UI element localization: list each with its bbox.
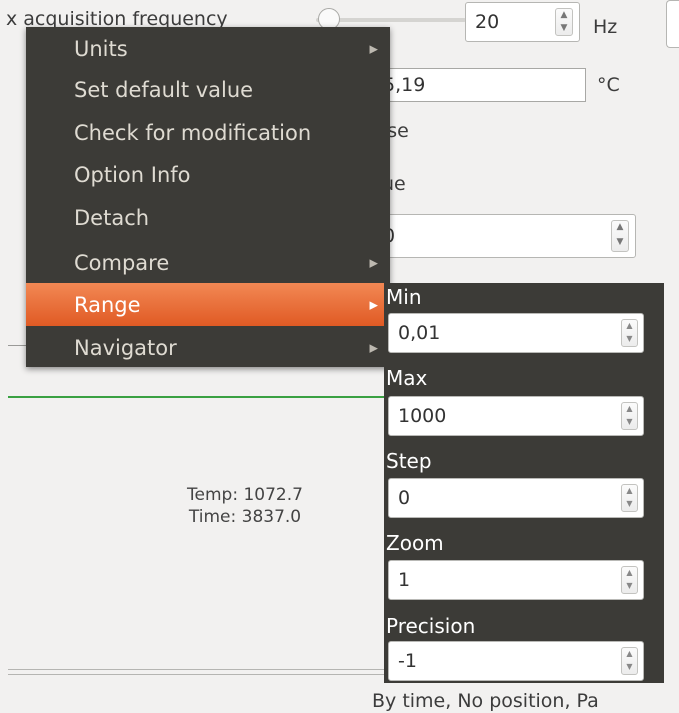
temperature-field[interactable]: 5,19 (378, 68, 586, 102)
chevron-down-icon[interactable]: ▼ (622, 498, 637, 511)
max-label: Max (386, 366, 428, 390)
chevron-down-icon[interactable]: ▼ (556, 22, 572, 35)
precision-spinbox[interactable]: -1 ▲ ▼ (388, 641, 644, 681)
triangle-right-icon: ▶ (369, 42, 378, 55)
status-text: By time, No position, Pa (372, 690, 599, 712)
readout-temp: Temp: 1072.7 (187, 485, 303, 505)
menu-item-label: Navigator (74, 335, 177, 360)
step-label: Step (386, 449, 432, 473)
precision-value: -1 (398, 650, 417, 672)
zoom-value: 1 (398, 569, 411, 591)
right-panel-edge (666, 0, 679, 48)
chevron-up-icon[interactable]: ▲ (622, 485, 637, 498)
menu-item-label: Option Info (74, 162, 191, 187)
combo-stepper[interactable]: ▲ ▼ (611, 220, 629, 252)
menu-item-set-default-value[interactable]: Set default value (26, 68, 390, 111)
zoom-label: Zoom (386, 531, 444, 555)
step-stepper[interactable]: ▲ ▼ (621, 484, 638, 512)
range-submenu: Min 0,01 ▲ ▼ Max 1000 ▲ ▼ Step 0 ▲ ▼ Zoom 1… (384, 283, 664, 683)
min-label: Min (386, 285, 422, 309)
triangle-right-icon: ▶ (369, 341, 378, 354)
menu-item-compare[interactable]: Compare ▶ (26, 241, 390, 284)
combo-spinbox[interactable]: 0 ▲ ▼ (378, 214, 636, 258)
plot-divider (8, 345, 26, 346)
plot-line (8, 396, 386, 398)
frequency-stepper[interactable]: ▲ ▼ (555, 8, 573, 36)
max-value: 1000 (398, 405, 447, 427)
zoom-spinbox[interactable]: 1 ▲ ▼ (388, 560, 644, 600)
min-value: 0,01 (398, 322, 441, 344)
menu-item-label: Range (74, 292, 141, 317)
chevron-up-icon[interactable]: ▲ (622, 567, 637, 580)
chevron-down-icon[interactable]: ▼ (622, 580, 637, 593)
chevron-up-icon[interactable]: ▲ (556, 9, 572, 22)
plot-readout: Temp: 1072.7 Time: 3837.0 (140, 484, 350, 528)
menu-item-check-for-modification[interactable]: Check for modification (26, 111, 390, 154)
splitter-handle[interactable] (8, 669, 386, 675)
chevron-up-icon[interactable]: ▲ (622, 320, 637, 333)
min-stepper[interactable]: ▲ ▼ (621, 319, 638, 347)
menu-item-label: Set default value (74, 77, 254, 102)
menu-item-range[interactable]: Range ▶ (26, 283, 390, 326)
max-stepper[interactable]: ▲ ▼ (621, 402, 638, 430)
chevron-down-icon[interactable]: ▼ (612, 236, 628, 251)
menu-item-option-info[interactable]: Option Info (26, 153, 390, 196)
menu-item-label: Units (74, 36, 128, 61)
max-spinbox[interactable]: 1000 ▲ ▼ (388, 396, 644, 436)
chevron-down-icon[interactable]: ▼ (622, 661, 637, 674)
chevron-down-icon[interactable]: ▼ (622, 416, 637, 429)
step-value: 0 (398, 487, 411, 509)
chevron-down-icon[interactable]: ▼ (622, 333, 637, 346)
triangle-right-icon: ▶ (369, 256, 378, 269)
menu-item-label: Check for modification (74, 120, 312, 145)
zoom-stepper[interactable]: ▲ ▼ (621, 566, 638, 594)
menu-item-units[interactable]: Units ▶ (26, 27, 390, 70)
menu-item-navigator[interactable]: Navigator ▶ (26, 326, 390, 369)
context-menu: Units ▶ Set default value Check for modi… (26, 27, 390, 367)
temperature-unit: °C (597, 74, 620, 96)
chevron-up-icon[interactable]: ▲ (622, 403, 637, 416)
frequency-value: 20 (475, 11, 500, 33)
precision-label: Precision (386, 614, 476, 638)
menu-item-detach[interactable]: Detach (26, 196, 390, 239)
step-spinbox[interactable]: 0 ▲ ▼ (388, 478, 644, 518)
readout-time: Time: 3837.0 (188, 507, 302, 527)
menu-item-label: Detach (74, 205, 150, 230)
precision-stepper[interactable]: ▲ ▼ (621, 647, 638, 675)
frequency-unit: Hz (593, 16, 618, 38)
menu-item-label: Compare (74, 250, 170, 275)
chevron-up-icon[interactable]: ▲ (612, 221, 628, 236)
triangle-right-icon: ▶ (369, 298, 378, 311)
frequency-spinbox[interactable]: 20 ▲ ▼ (465, 2, 580, 42)
chevron-up-icon[interactable]: ▲ (622, 648, 637, 661)
min-spinbox[interactable]: 0,01 ▲ ▼ (388, 313, 644, 353)
